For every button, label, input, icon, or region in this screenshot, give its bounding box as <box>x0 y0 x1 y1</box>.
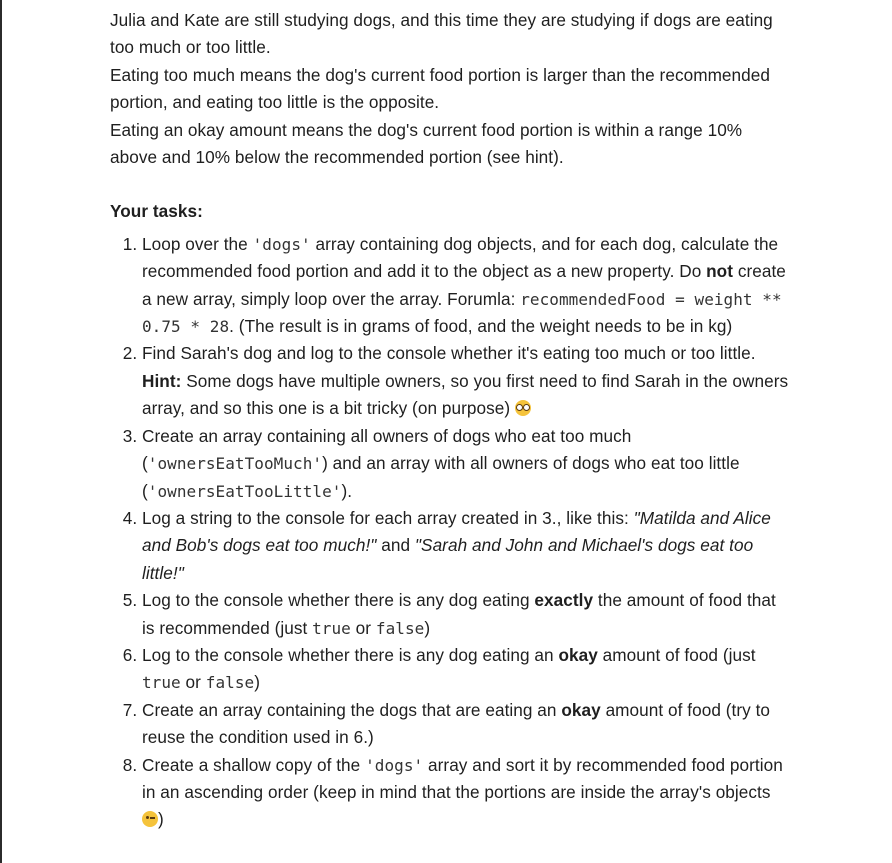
bold-text: not <box>706 261 733 282</box>
inline-code: true <box>142 673 181 693</box>
document-body: Julia and Kate are still studying dogs, … <box>110 7 790 834</box>
nerd-face-emoji-icon <box>514 400 531 417</box>
task-item-7: Create an array containing the dogs that… <box>142 697 790 752</box>
inline-code: true <box>312 618 351 638</box>
task-item-6: Log to the console whether there is any … <box>142 642 790 697</box>
bold-text: exactly <box>534 590 594 611</box>
inline-code: 'dogs' <box>252 234 311 254</box>
task-item-3: Create an array containing all owners of… <box>142 423 790 505</box>
task-item-4: Log a string to the console for each arr… <box>142 505 790 587</box>
tasks-list: Loop over the 'dogs' array containing do… <box>110 231 790 834</box>
inline-code: 'ownersEatTooLittle' <box>147 481 342 501</box>
task-item-1: Loop over the 'dogs' array containing do… <box>142 231 790 341</box>
task-item-5: Log to the console whether there is any … <box>142 587 790 642</box>
inline-code: false <box>375 618 425 638</box>
bold-text: okay <box>561 699 601 720</box>
hint-label: Hint: <box>142 370 182 391</box>
task-item-8: Create a shallow copy of the 'dogs' arra… <box>142 752 790 834</box>
intro-paragraph-1: Julia and Kate are still studying dogs, … <box>110 10 773 58</box>
bold-text: okay <box>558 644 598 665</box>
intro-paragraph-3: Eating an okay amount means the dog's cu… <box>110 119 743 168</box>
tasks-heading: Your tasks: <box>110 201 203 222</box>
intro-paragraph-2: Eating too much means the dog's current … <box>110 64 770 113</box>
inline-code: 'ownersEatTooMuch' <box>147 454 323 474</box>
left-border-rule <box>0 0 2 863</box>
task-item-2: Find Sarah's dog and log to the console … <box>142 340 790 422</box>
inline-code: 'dogs' <box>365 755 424 775</box>
winking-face-emoji-icon <box>142 811 158 828</box>
inline-code: false <box>205 673 255 693</box>
